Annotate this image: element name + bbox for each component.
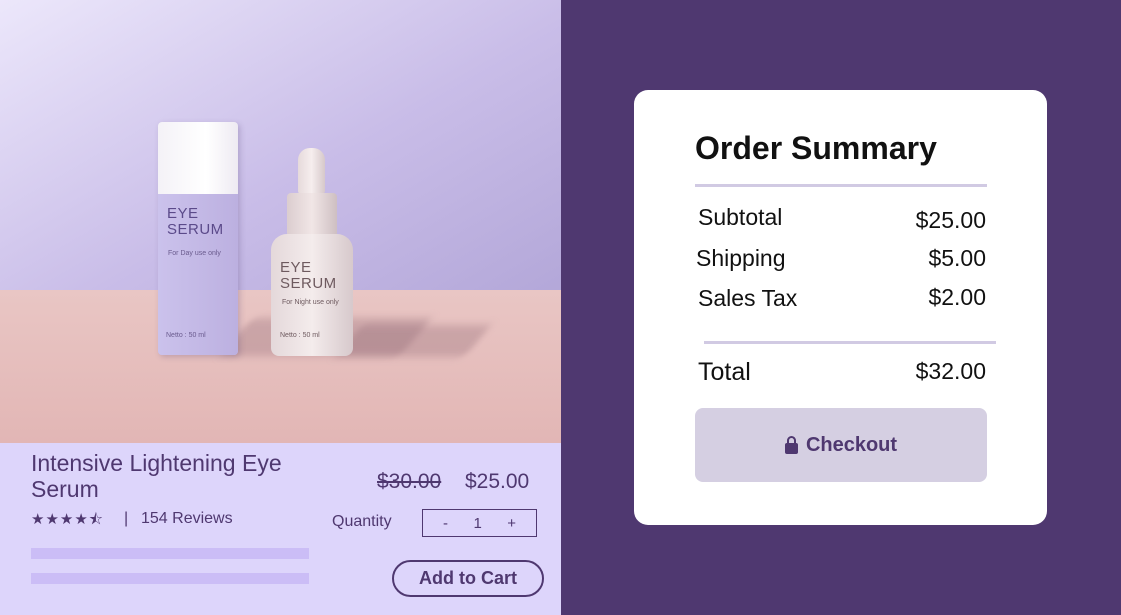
quantity-stepper[interactable]: - 1 + [422, 509, 537, 537]
order-summary-title: Order Summary [695, 130, 937, 166]
bottle-neck [287, 193, 337, 237]
box-top [158, 122, 238, 194]
placeholder-line [31, 573, 309, 584]
rating-separator: | [124, 510, 129, 527]
original-price: $30.00 [377, 470, 442, 493]
sale-price: $25.00 [465, 470, 530, 493]
total-label: Total [698, 358, 751, 386]
shipping-label: Shipping [696, 245, 786, 271]
review-count-link[interactable]: 154 Reviews [141, 510, 233, 528]
add-to-cart-button[interactable]: Add to Cart [392, 560, 544, 597]
quantity-increment-button[interactable]: + [507, 515, 516, 532]
bottle-label-title: EYE SERUM [280, 259, 337, 292]
bottle-label-sub: For Night use only [282, 299, 339, 306]
order-summary-card: Order Summary Subtotal $25.00 Shipping $… [634, 90, 1047, 525]
box-label-sub: For Day use only [168, 250, 221, 257]
lock-icon [784, 436, 798, 454]
checkout-button[interactable]: Checkout [695, 408, 987, 482]
box-label-volume: Netto : 50 ml [166, 332, 206, 339]
product-name: Intensive Lightening Eye Serum [31, 450, 282, 502]
serum-box: EYE SERUM For Day use only Netto : 50 ml [158, 122, 238, 355]
sales-tax-value: $2.00 [928, 284, 986, 310]
subtotal-label: Subtotal [698, 204, 783, 230]
sales-tax-label: Sales Tax [698, 285, 798, 311]
bottle-shadow [334, 325, 492, 357]
placeholder-line [31, 548, 309, 559]
dropper-cap [298, 148, 325, 194]
subtotal-value: $25.00 [915, 207, 986, 233]
summary-divider-bottom [704, 341, 996, 344]
summary-divider-top [695, 184, 987, 187]
checkout-label: Checkout [805, 433, 898, 456]
quantity-decrement-button[interactable]: - [443, 515, 448, 532]
quantity-value[interactable]: 1 [473, 515, 481, 532]
rating-stars-icon: ★★★★⯪ [31, 510, 104, 528]
product-photo: EYE SERUM For Day use only Netto : 50 ml… [0, 0, 561, 443]
bottle-label-volume: Netto : 50 ml [280, 332, 320, 339]
box-label-title: EYE SERUM [167, 205, 224, 238]
shipping-value: $5.00 [928, 245, 986, 271]
serum-bottle: EYE SERUM For Night use only Netto : 50 … [271, 234, 353, 356]
total-value: $32.00 [915, 358, 986, 384]
quantity-label: Quantity [332, 513, 392, 530]
product-panel: EYE SERUM For Day use only Netto : 50 ml… [0, 0, 561, 615]
